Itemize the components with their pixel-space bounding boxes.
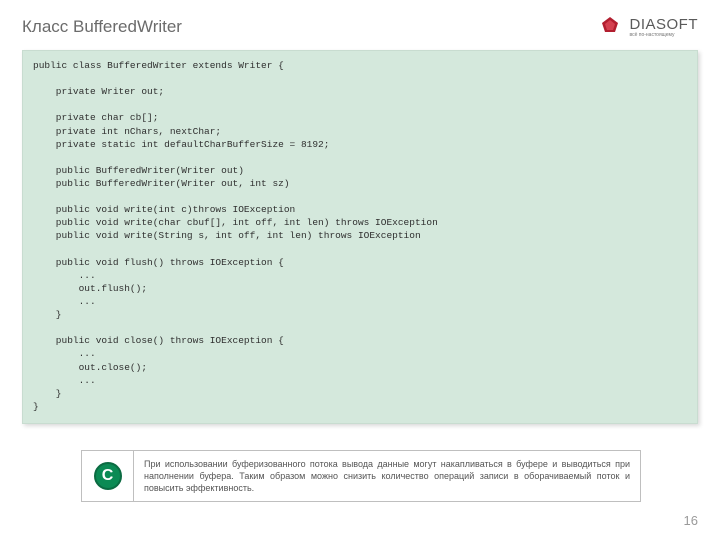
code-block: public class BufferedWriter extends Writ… (22, 50, 698, 424)
note-box: C При использовании буферизованного пото… (81, 450, 641, 502)
note-badge-icon: C (94, 462, 122, 490)
diasoft-logo-icon (597, 14, 623, 40)
page-number: 16 (684, 513, 698, 528)
note-text: При использовании буферизованного потока… (134, 451, 640, 501)
header: Класс BufferedWriter DIASOFT всё по-наст… (22, 14, 698, 40)
brand-tagline: всё по-настоящему (629, 33, 674, 38)
brand-name: DIASOFT (629, 16, 698, 33)
code-content: public class BufferedWriter extends Writ… (33, 59, 687, 413)
note-badge-cell: C (82, 451, 134, 501)
brand-logo: DIASOFT всё по-настоящему (597, 14, 698, 40)
page-title: Класс BufferedWriter (22, 17, 182, 37)
